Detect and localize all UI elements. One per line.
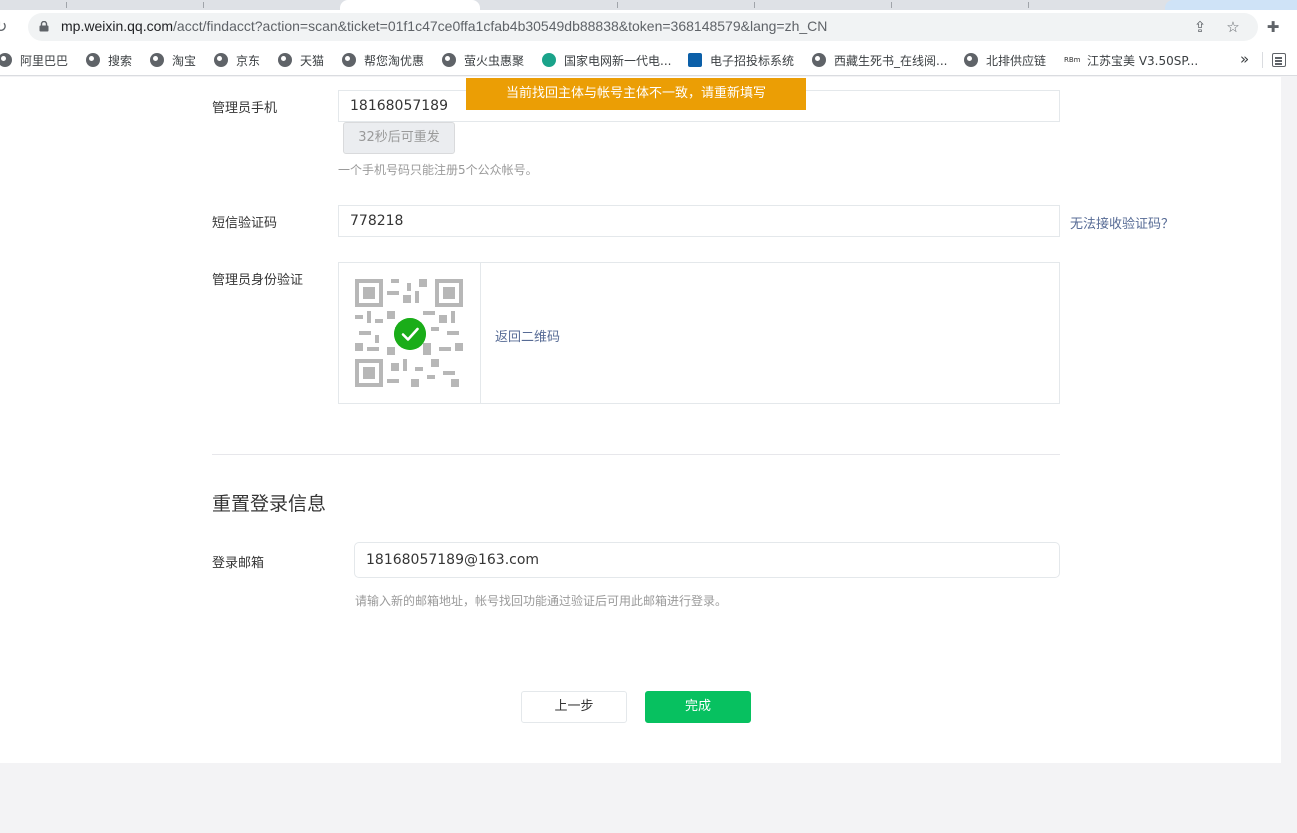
globe-icon <box>278 53 292 67</box>
bookmark-label: 电子招投标系统 <box>710 53 795 68</box>
bookmark-label: 搜索 <box>108 53 133 68</box>
bookmark-label: 天猫 <box>300 53 325 68</box>
globe-icon <box>442 53 456 67</box>
bookmark-label: 江苏宝美 V3.50SP... <box>1087 53 1199 68</box>
bookmark-tmall[interactable]: 天猫 <box>278 51 324 69</box>
globe-icon <box>812 53 826 67</box>
reload-icon[interactable]: ↻ <box>0 17 14 37</box>
sgcc-icon <box>542 53 556 67</box>
sms-code-input[interactable]: 778218 <box>338 205 1060 237</box>
share-icon[interactable]: ⇪ <box>1190 17 1210 37</box>
rbm-icon: RBm <box>1064 56 1081 64</box>
bookmark-label: 帮您淘优惠 <box>364 53 425 68</box>
login-email-input[interactable]: 18168057189@163.com <box>354 542 1060 578</box>
bookmark-jd[interactable]: 京东 <box>214 51 260 69</box>
url-path: /acct/findacct?action=scan&ticket=01f1c4… <box>173 18 828 34</box>
bookmark-label: 西藏生死书_在线阅... <box>834 53 948 68</box>
url-host: mp.weixin.qq.com <box>61 18 174 34</box>
bookmark-taobao[interactable]: 淘宝 <box>150 51 196 69</box>
bookmark-jiangsu-baomei[interactable]: RBm 江苏宝美 V3.50SP... <box>1064 51 1198 69</box>
globe-icon <box>342 53 356 67</box>
globe-icon <box>86 53 100 67</box>
address-bar[interactable]: mp.weixin.qq.com/acct/findacct?action=sc… <box>28 13 1258 41</box>
error-toast: 当前找回主体与帐号主体不一致，请重新填写 <box>466 78 806 110</box>
url-text[interactable]: mp.weixin.qq.com/acct/findacct?action=sc… <box>61 18 827 34</box>
bookmark-firefly[interactable]: 萤火虫惠聚 <box>442 51 524 69</box>
bidding-icon <box>688 53 702 67</box>
bookmark-tibetan-book[interactable]: 西藏生死书_在线阅... <box>812 51 947 69</box>
tab-separator <box>203 2 204 8</box>
bookmark-label: 京东 <box>236 53 261 68</box>
browser-toolbar: ↻ mp.weixin.qq.com/acct/findacct?action=… <box>0 10 1297 44</box>
bookmarks-divider <box>1262 52 1263 68</box>
tab-separator <box>1028 2 1029 8</box>
email-label: 登录邮箱 <box>212 556 265 571</box>
lock-icon <box>39 21 49 32</box>
previous-step-button[interactable]: 上一步 <box>521 691 627 723</box>
qr-code-cell <box>339 263 481 403</box>
bookmark-supply-chain[interactable]: 北排供应链 <box>964 51 1046 69</box>
globe-icon <box>150 53 164 67</box>
extensions-icon[interactable]: ✚ <box>1263 17 1283 37</box>
email-tip: 请输入新的邮箱地址，帐号找回功能通过验证后可用此邮箱进行登录。 <box>355 594 728 608</box>
cannot-receive-code-link[interactable]: 无法接收验证码？ <box>1070 213 1174 232</box>
sms-code-label: 短信验证码 <box>212 216 278 231</box>
phone-label: 管理员手机 <box>212 101 278 116</box>
bookmark-coupon[interactable]: 帮您淘优惠 <box>342 51 424 69</box>
bookmark-alibaba[interactable]: 阿里巴巴 <box>0 51 68 69</box>
identity-verify-box: 返回二维码 <box>338 262 1060 404</box>
tab-separator <box>891 2 892 8</box>
phone-tip: 一个手机号码只能注册5个公众帐号。 <box>338 163 538 177</box>
bookmark-search[interactable]: 搜索 <box>86 51 132 69</box>
globe-icon <box>214 53 228 67</box>
tab-separator <box>66 2 67 8</box>
resend-code-button[interactable]: 32秒后可重发 <box>343 122 455 154</box>
section-divider <box>212 454 1060 455</box>
bookmark-label: 阿里巴巴 <box>20 53 69 68</box>
tab-separator <box>617 2 618 8</box>
active-tab[interactable] <box>340 0 480 10</box>
tab-separator <box>754 2 755 8</box>
identity-label: 管理员身份验证 <box>212 273 304 288</box>
reset-section-title: 重置登录信息 <box>212 493 327 515</box>
tab-strip <box>0 0 1297 10</box>
globe-icon <box>964 53 978 67</box>
bookmark-sgcc[interactable]: 国家电网新一代电... <box>542 51 671 69</box>
more-bookmarks-icon[interactable]: » <box>1240 50 1249 68</box>
verified-check-icon <box>394 318 426 350</box>
bookmarks-bar: 阿里巴巴 搜索 淘宝 京东 天猫 帮您淘优惠 萤火虫惠聚 国家电网新一代电...… <box>0 44 1297 76</box>
reading-list-icon[interactable] <box>1272 53 1286 67</box>
bookmark-label: 国家电网新一代电... <box>564 53 672 68</box>
back-to-qr-link[interactable]: 返回二维码 <box>495 326 560 345</box>
bookmark-bidding[interactable]: 电子招投标系统 <box>688 51 794 69</box>
bookmark-label: 萤火虫惠聚 <box>464 53 525 68</box>
page-card <box>0 77 1281 763</box>
bookmark-label: 北排供应链 <box>986 53 1047 68</box>
finish-button[interactable]: 完成 <box>645 691 751 723</box>
profile-tab[interactable] <box>1165 0 1297 10</box>
bookmark-label: 淘宝 <box>172 53 197 68</box>
globe-icon <box>0 53 12 67</box>
star-icon[interactable]: ☆ <box>1223 17 1243 37</box>
